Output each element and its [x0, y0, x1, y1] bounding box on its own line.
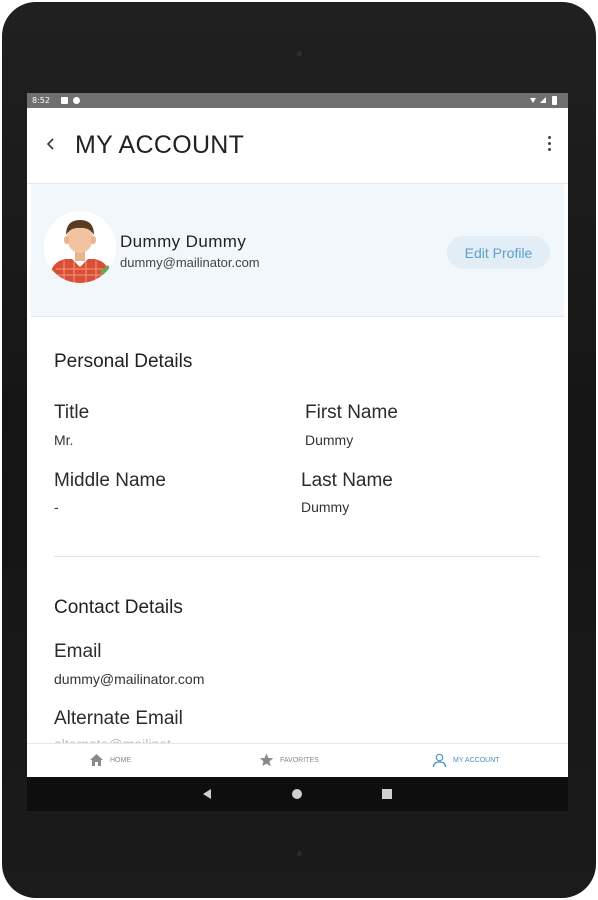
personal-details-heading: Personal Details [54, 351, 193, 372]
status-time: 8:52 [32, 96, 50, 105]
edit-profile-button[interactable]: Edit Profile [447, 236, 550, 269]
sync-icon [73, 97, 80, 104]
user-avatar-illustration [44, 211, 116, 283]
title-value: Mr. [54, 432, 74, 448]
system-navigation-bar [27, 777, 568, 811]
email-value: dummy@mailinator.com [54, 671, 205, 687]
middle-name-value: - [54, 499, 59, 515]
star-icon [259, 753, 274, 767]
nav-home[interactable]: HOME [89, 752, 131, 770]
page-title: MY ACCOUNT [75, 131, 245, 159]
profile-name: Dummy Dummy [120, 232, 247, 251]
bottom-navigation: HOME FAVORITES MY ACCOUNT [27, 743, 568, 777]
avatar [44, 211, 116, 283]
chevron-left-icon[interactable] [41, 133, 61, 159]
nav-my-account[interactable]: MY ACCOUNT [432, 752, 500, 770]
app-bar: MY ACCOUNT [27, 108, 568, 184]
nav-favorites[interactable]: FAVORITES [259, 752, 319, 770]
email-label: Email [54, 641, 102, 662]
recents-square-icon[interactable] [380, 787, 394, 801]
alternate-email-label: Alternate Email [54, 708, 183, 729]
home-circle-icon[interactable] [290, 787, 304, 801]
back-triangle-icon[interactable] [200, 787, 214, 801]
title-label: Title [54, 402, 90, 423]
home-icon [90, 754, 103, 767]
nav-home-label: HOME [110, 757, 131, 764]
nav-my-account-label: MY ACCOUNT [453, 757, 500, 764]
more-vertical-icon[interactable] [544, 136, 554, 156]
section-divider [54, 556, 540, 557]
last-name-value: Dummy [301, 499, 350, 515]
wifi-battery-icon [530, 96, 557, 105]
device-frame: 8:52 MY ACCOUNT Dummy Dummy dummy@mailin… [0, 0, 598, 900]
sim-icon [61, 97, 68, 104]
nav-favorites-label: FAVORITES [280, 757, 319, 764]
status-bar: 8:52 [27, 93, 568, 108]
profile-card: Dummy Dummy dummy@mailinator.com Edit Pr… [31, 184, 564, 317]
last-name-label: Last Name [301, 470, 393, 491]
first-name-label: First Name [305, 402, 398, 423]
contact-details-heading: Contact Details [54, 597, 183, 618]
first-name-value: Dummy [305, 432, 354, 448]
front-camera [295, 49, 304, 58]
middle-name-label: Middle Name [54, 470, 166, 491]
app-screen: 8:52 MY ACCOUNT Dummy Dummy dummy@mailin… [27, 93, 568, 777]
user-icon [432, 753, 447, 767]
profile-email: dummy@mailinator.com [120, 255, 260, 270]
bezel-sensor [297, 851, 302, 856]
